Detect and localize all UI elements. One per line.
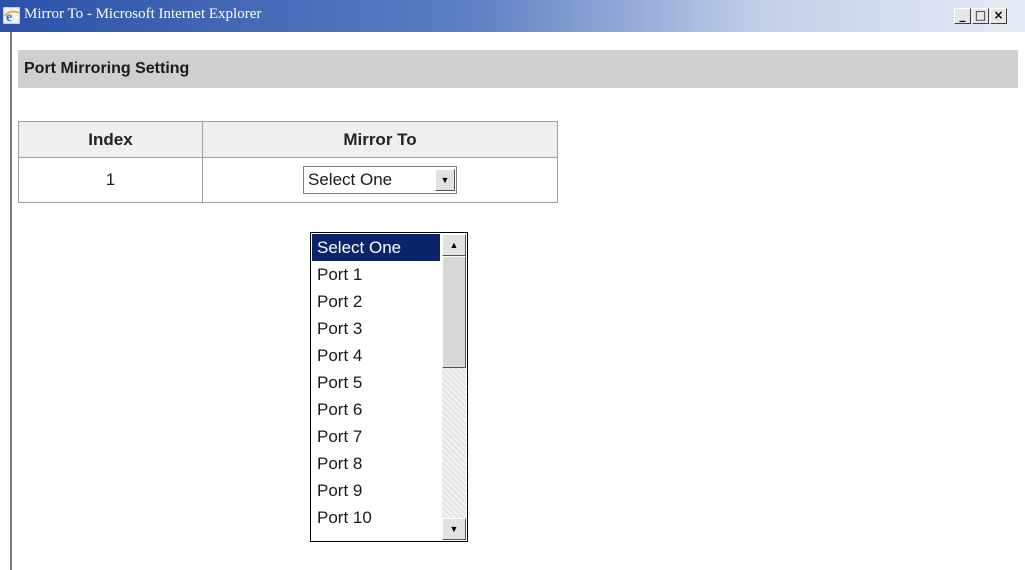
dropdown-option-select-one[interactable]: Select One: [312, 234, 440, 261]
dropdown-option-port-2[interactable]: Port 2: [312, 288, 440, 315]
dropdown-option-port-4[interactable]: Port 4: [312, 342, 440, 369]
window-title: Mirror To - Microsoft Internet Explorer: [24, 6, 262, 22]
mirror-to-cell: Select One ▼: [202, 157, 558, 203]
dropdown-option-port-5[interactable]: Port 5: [312, 369, 440, 396]
dropdown-option-port-10[interactable]: Port 10: [312, 504, 440, 531]
minimize-button[interactable]: _: [954, 8, 971, 24]
table-header-row: Index Mirror To: [18, 121, 558, 158]
dropdown-option-port-1[interactable]: Port 1: [312, 261, 440, 288]
scrollbar-thumb[interactable]: [442, 256, 466, 368]
mirror-table: Index Mirror To 1 Select One ▼: [18, 121, 558, 203]
window-frame-left: [10, 32, 12, 570]
index-cell: 1: [18, 157, 203, 203]
window-titlebar[interactable]: e Mirror To - Microsoft Internet Explore…: [0, 0, 1025, 32]
dropdown-option-port-8[interactable]: Port 8: [312, 450, 440, 477]
column-header-mirror-to: Mirror To: [202, 121, 558, 158]
dropdown-option-port-9[interactable]: Port 9: [312, 477, 440, 504]
dropdown-arrow-icon[interactable]: ▼: [435, 169, 455, 191]
section-header: Port Mirroring Setting: [18, 50, 1018, 88]
dropdown-option-port-3[interactable]: Port 3: [312, 315, 440, 342]
dropdown-scrollbar[interactable]: ▲ ▼: [442, 234, 466, 540]
scroll-down-icon[interactable]: ▼: [442, 518, 466, 540]
mirror-to-dropdown-list[interactable]: Select One Port 1 Port 2 Port 3 Port 4 P…: [310, 232, 468, 542]
selected-value: Select One: [308, 170, 393, 189]
mirror-to-select[interactable]: Select One ▼: [303, 166, 457, 194]
dropdown-option-port-6[interactable]: Port 6: [312, 396, 440, 423]
close-button[interactable]: ×: [990, 8, 1007, 24]
maximize-button[interactable]: □: [972, 8, 989, 24]
internet-explorer-icon: e: [3, 7, 20, 24]
dropdown-option-port-7[interactable]: Port 7: [312, 423, 440, 450]
column-header-index: Index: [18, 121, 203, 158]
scroll-up-icon[interactable]: ▲: [442, 234, 466, 256]
table-row: 1 Select One ▼: [18, 157, 558, 203]
section-title: Port Mirroring Setting: [24, 60, 190, 77]
